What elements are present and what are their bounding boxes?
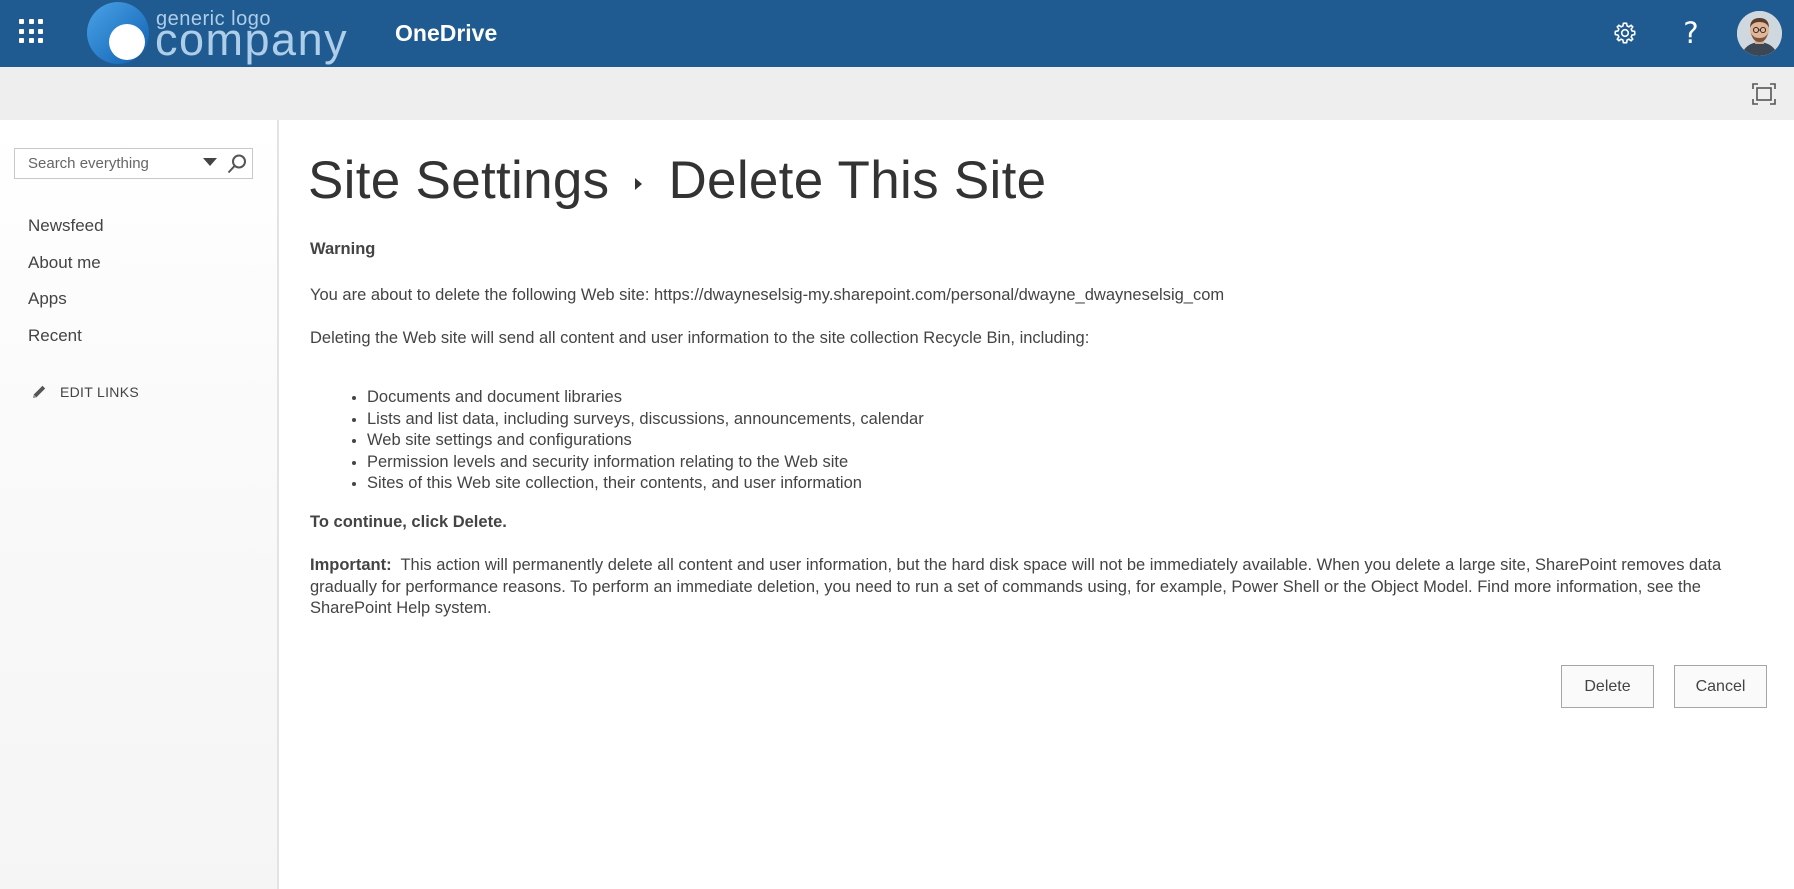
list-item: Web site settings and configurations bbox=[367, 430, 924, 452]
list-item: Lists and list data, including surveys, … bbox=[367, 409, 924, 431]
list-item: Sites of this Web site collection, their… bbox=[367, 473, 924, 495]
list-item: Permission levels and security informati… bbox=[367, 452, 924, 474]
help-button[interactable]: ? bbox=[1674, 16, 1708, 50]
nav-item-apps[interactable]: Apps bbox=[28, 289, 104, 326]
continue-instruction: To continue, click Delete. bbox=[310, 513, 507, 531]
search-icon[interactable] bbox=[226, 153, 248, 175]
settings-button[interactable] bbox=[1608, 16, 1642, 50]
important-note: Important: This action will permanently … bbox=[310, 555, 1750, 620]
page-title: Site Settings Delete This Site bbox=[308, 150, 1046, 211]
important-text: This action will permanently delete all … bbox=[310, 556, 1722, 618]
app-launcher-icon[interactable] bbox=[19, 19, 47, 47]
search-input[interactable] bbox=[15, 149, 195, 178]
command-band bbox=[0, 67, 1794, 120]
left-navigation: Newsfeed About me Apps Recent EDIT LINKS bbox=[0, 120, 279, 889]
cancel-button[interactable]: Cancel bbox=[1674, 665, 1767, 708]
company-logo[interactable]: generic logo company bbox=[87, 0, 347, 67]
user-photo bbox=[1737, 11, 1782, 56]
app-title[interactable]: OneDrive bbox=[395, 20, 497, 47]
delete-target-text: You are about to delete the following We… bbox=[310, 286, 1225, 304]
breadcrumb-arrow-icon bbox=[635, 177, 643, 190]
avatar[interactable] bbox=[1737, 11, 1782, 56]
delete-button[interactable]: Delete bbox=[1561, 665, 1654, 708]
focus-mode-icon[interactable] bbox=[1752, 83, 1776, 105]
nav-item-recent[interactable]: Recent bbox=[28, 326, 104, 363]
list-item: Documents and document libraries bbox=[367, 387, 924, 409]
important-label: Important: bbox=[310, 556, 392, 574]
search-box bbox=[14, 148, 253, 179]
logo-mark-icon bbox=[87, 2, 149, 64]
recycle-bin-intro: Deleting the Web site will send all cont… bbox=[310, 329, 1090, 347]
breadcrumb-current: Delete This Site bbox=[668, 151, 1047, 210]
help-icon: ? bbox=[1683, 16, 1699, 50]
pencil-icon bbox=[33, 385, 46, 398]
main-content: Site Settings Delete This Site Warning Y… bbox=[281, 120, 1794, 889]
edit-links-button[interactable]: EDIT LINKS bbox=[30, 382, 139, 402]
breadcrumb-parent[interactable]: Site Settings bbox=[308, 150, 609, 211]
search-scope-dropdown-icon[interactable] bbox=[203, 158, 217, 166]
quick-launch: Newsfeed About me Apps Recent bbox=[28, 216, 104, 362]
nav-item-about-me[interactable]: About me bbox=[28, 253, 104, 290]
warning-heading: Warning bbox=[310, 240, 376, 258]
logo-wordmark: company bbox=[155, 14, 349, 65]
gear-icon bbox=[1614, 22, 1636, 44]
deleted-content-list: Documents and document libraries Lists a… bbox=[310, 387, 924, 495]
suite-bar: generic logo company OneDrive ? bbox=[0, 0, 1794, 67]
edit-links-label: EDIT LINKS bbox=[60, 384, 139, 400]
nav-item-newsfeed[interactable]: Newsfeed bbox=[28, 216, 104, 253]
